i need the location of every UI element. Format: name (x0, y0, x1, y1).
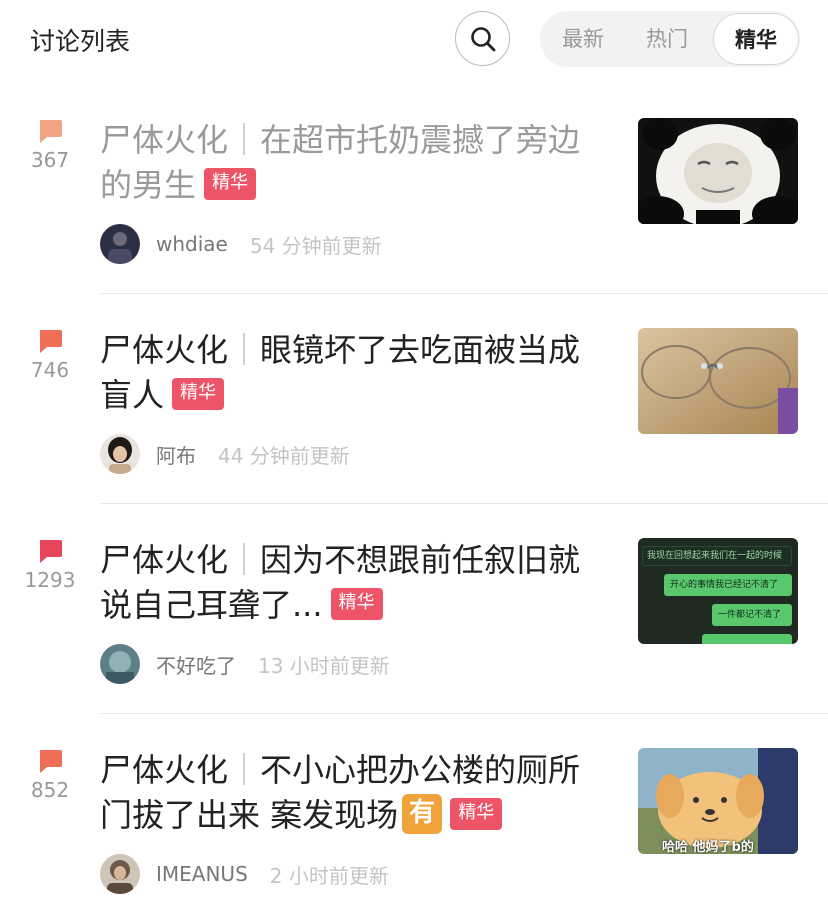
author-name[interactable]: IMEANUS (156, 862, 248, 886)
post-category: 尸体火化 (100, 751, 229, 789)
divider (100, 713, 828, 714)
avatar[interactable] (100, 434, 140, 474)
featured-badge: 精华 (172, 378, 225, 410)
update-time: 2 小时前更新 (269, 863, 389, 888)
divider (100, 293, 828, 294)
featured-badge: 精华 (450, 798, 503, 830)
author-name[interactable]: 不好吃了 (156, 650, 236, 679)
post-title[interactable]: 尸体火化｜在超市托奶震撼了旁边的男生 精华 (100, 118, 600, 208)
comment-count: 1293 (22, 538, 78, 592)
chat-screenshot-image[interactable]: 我现在回想起来我们在一起的时候 开心的事情我已经记不清了 一件都记不清了 (638, 538, 798, 644)
page-title: 讨论列表 (30, 27, 131, 56)
avatar[interactable] (100, 644, 140, 684)
post-title[interactable]: 尸体火化｜因为不想跟前任叙旧就说自己耳聋了... 精华 (100, 538, 600, 628)
search-icon (470, 26, 495, 51)
title-separator: ｜ (228, 121, 261, 159)
comment-count-value: 746 (30, 358, 70, 382)
post-item[interactable]: 746 尸体火化｜眼镜坏了去吃面被当成盲人 精华 阿布 44 分钟前更新 (0, 322, 828, 532)
comment-bubble-icon (40, 540, 62, 563)
sort-tabs: 最新 热门 精华 (540, 11, 800, 67)
cartoon-dog-image[interactable]: 哈哈 他妈了b的 (638, 748, 798, 854)
tab-featured[interactable]: 精华 (713, 13, 799, 65)
comment-count-value: 367 (30, 148, 70, 172)
post-item[interactable]: 1293 尸体火化｜因为不想跟前任叙旧就说自己耳聋了... 精华 不好吃了 13 … (0, 532, 828, 742)
update-time: 54 分钟前更新 (249, 233, 382, 258)
comment-bubble-icon (40, 750, 62, 773)
post-item[interactable]: 852 尸体火化｜不小心把办公楼的厕所门拔了出来 案发现场有精华 IMEANUS… (0, 742, 828, 921)
update-time: 13 小时前更新 (258, 653, 390, 678)
comment-count: 852 (22, 748, 78, 802)
broken-glasses-image[interactable] (638, 328, 798, 434)
has-image-badge: 有 (402, 794, 443, 834)
chat-bubble: 开心的事情我已经记不清了 (664, 574, 792, 596)
post-meta: 阿布 44 分钟前更新 (100, 434, 350, 474)
post-meta: IMEANUS 2 小时前更新 (100, 854, 389, 894)
search-button[interactable] (455, 11, 510, 66)
header: 讨论列表 最新 热门 精华 (0, 0, 828, 80)
featured-badge: 精华 (204, 168, 257, 200)
post-category: 尸体火化 (100, 331, 229, 369)
title-separator: ｜ (228, 751, 261, 789)
comment-count-value: 852 (30, 778, 70, 802)
chat-bubble (702, 634, 792, 644)
comment-bubble-icon (40, 330, 62, 353)
author-name[interactable]: whdiae (156, 232, 228, 256)
chat-bubble: 一件都记不清了 (712, 604, 792, 626)
author-name[interactable]: 阿布 (156, 440, 196, 469)
tab-latest[interactable]: 最新 (552, 11, 614, 67)
update-time: 44 分钟前更新 (218, 443, 350, 468)
comment-count-value: 1293 (24, 568, 76, 592)
featured-badge: 精华 (330, 588, 383, 620)
post-meta: 不好吃了 13 小时前更新 (100, 644, 390, 684)
title-separator: ｜ (228, 541, 261, 579)
post-title[interactable]: 尸体火化｜不小心把办公楼的厕所门拔了出来 案发现场有精华 (100, 748, 600, 838)
title-separator: ｜ (228, 331, 261, 369)
image-caption: 哈哈 他妈了b的 (662, 840, 754, 854)
post-item[interactable]: 367 尸体火化｜在超市托奶震撼了旁边的男生 精华 whdiae 54 分钟前更新 (0, 112, 828, 322)
tab-hot[interactable]: 热门 (636, 11, 698, 67)
post-title[interactable]: 尸体火化｜眼镜坏了去吃面被当成盲人 精华 (100, 328, 600, 418)
post-meta: whdiae 54 分钟前更新 (100, 224, 382, 264)
avatar[interactable] (100, 854, 140, 894)
post-category: 尸体火化 (100, 541, 229, 579)
comment-bubble-icon (40, 120, 62, 143)
panda-meme-image[interactable] (638, 118, 798, 224)
post-category: 尸体火化 (100, 121, 229, 159)
comment-count: 367 (22, 118, 78, 172)
divider (100, 503, 828, 504)
chat-bubble: 我现在回想起来我们在一起的时候 (642, 546, 792, 566)
avatar[interactable] (100, 224, 140, 264)
comment-count: 746 (22, 328, 78, 382)
